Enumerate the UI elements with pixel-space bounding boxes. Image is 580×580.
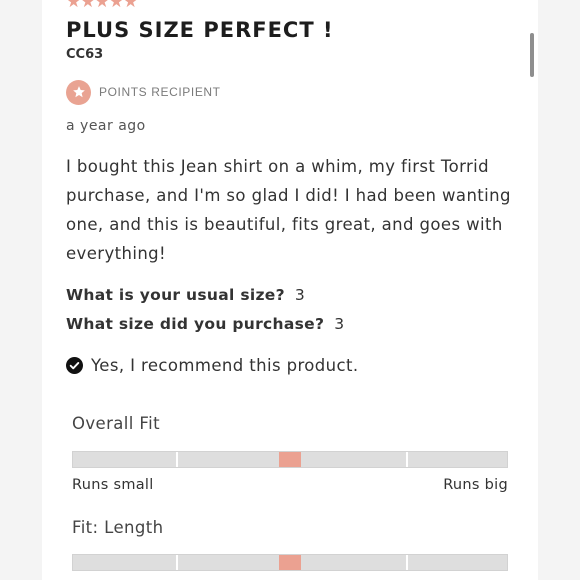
- qa-question: What is your usual size?: [66, 286, 285, 304]
- qa-answer: 3: [334, 315, 345, 333]
- fit-label-length: Fit: Length: [72, 518, 164, 537]
- review-text: I bought this Jean shirt on a whim, my f…: [66, 157, 511, 263]
- review-author: CC63: [66, 47, 104, 62]
- fit-bar-length: [72, 554, 508, 571]
- scrollbar[interactable]: [530, 33, 534, 77]
- fit-bar-divider: [406, 452, 408, 467]
- fit-bar-overall: [72, 451, 508, 468]
- fit-marker: [279, 555, 301, 570]
- qa-answer: 3: [294, 286, 306, 304]
- fit-bar-divider: [176, 555, 178, 570]
- badge-label: POINTS RECIPIENT: [99, 85, 221, 99]
- qa-question: What size did you purchase?: [66, 315, 325, 333]
- fit-bar-divider: [176, 452, 178, 467]
- fit-marker: [279, 452, 301, 467]
- fit-bar-divider: [406, 555, 408, 570]
- check-circle-icon: [66, 357, 83, 374]
- recommend-text: Yes, I recommend this product.: [91, 356, 359, 375]
- review-title: PLUS SIZE PERFECT !: [66, 18, 334, 42]
- fit-label-overall: Overall Fit: [72, 414, 160, 433]
- points-recipient-badge: POINTS RECIPIENT: [66, 79, 221, 105]
- recommendation: Yes, I recommend this product.: [66, 356, 359, 375]
- rating-stars: ★★★★★: [66, 0, 138, 12]
- qa-purchased-size: What size did you purchase? 3: [66, 315, 344, 333]
- review-card: ★★★★★ PLUS SIZE PERFECT ! CC63 POINTS RE…: [42, 0, 538, 580]
- review-date: a year ago: [66, 118, 146, 134]
- star-icon: [66, 79, 91, 105]
- fit-scale-high: Runs big: [443, 477, 508, 493]
- qa-usual-size: What is your usual size? 3: [66, 286, 305, 304]
- fit-scale-low: Runs small: [72, 477, 154, 493]
